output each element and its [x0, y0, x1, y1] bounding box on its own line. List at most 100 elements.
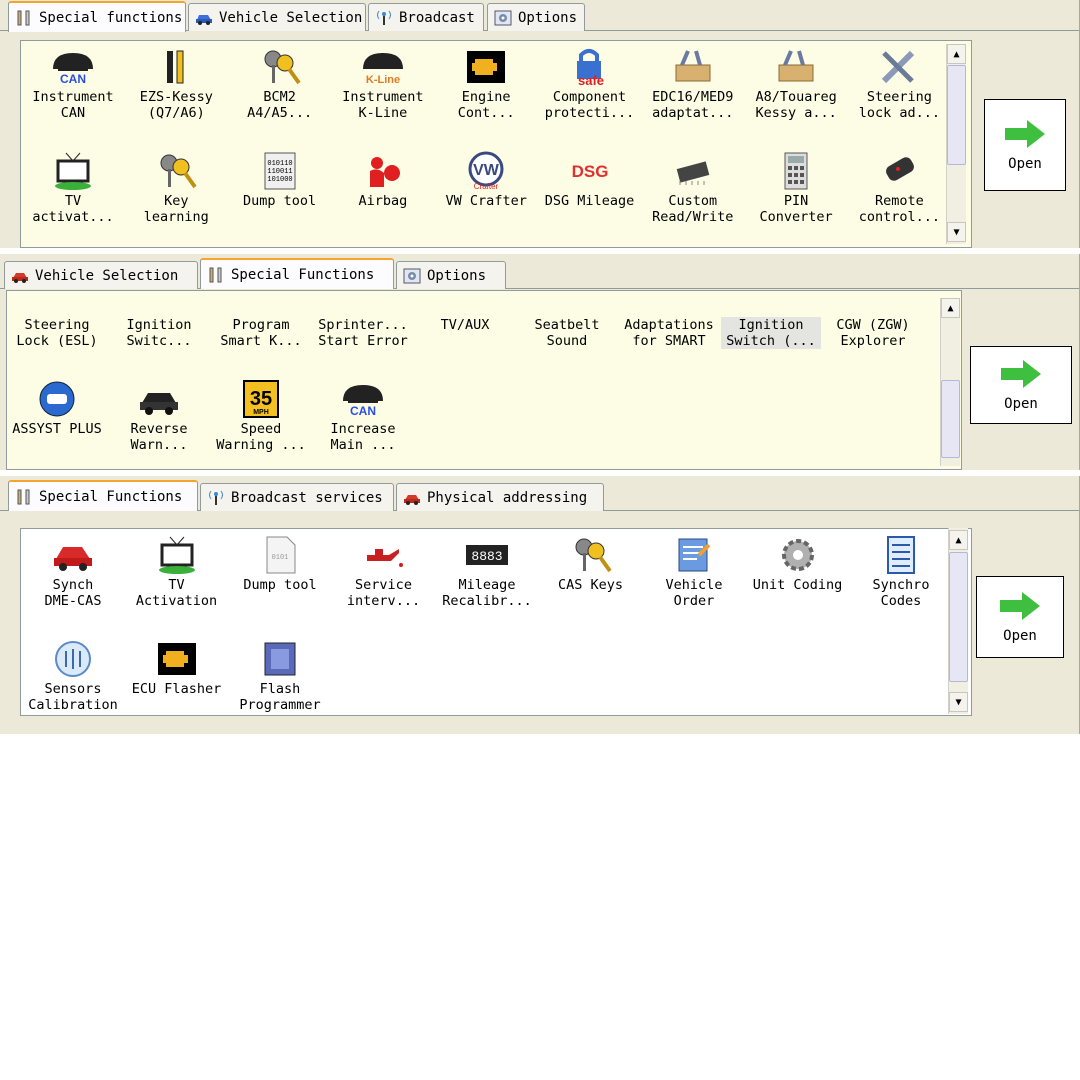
function-item[interactable]: TV activat... [23, 151, 123, 225]
function-label: Mileage Recalibr... [442, 577, 532, 609]
car-icon [196, 14, 212, 25]
svg-text:K-Line: K-Line [366, 74, 400, 86]
function-item[interactable]: Seatbelt Sound [517, 291, 617, 349]
function-item[interactable]: EZS-Kessy (Q7/A6) [126, 47, 226, 121]
function-label: PIN Converter [759, 193, 833, 225]
tab-strip: Special Functions Broadcast services Phy… [0, 480, 1079, 511]
function-item[interactable]: Steering lock ad... [849, 47, 949, 121]
vertical-scrollbar[interactable]: ▲ ▼ [946, 44, 966, 244]
function-item[interactable]: 0101 Dump tool [230, 535, 330, 593]
function-item[interactable]: Synchro Codes [851, 535, 951, 609]
function-item[interactable]: CAN Increase Main ... [313, 379, 413, 453]
assyst-icon [34, 379, 80, 419]
function-item[interactable]: K-Line Instrument K-Line [333, 47, 433, 121]
red-car-icon [12, 272, 28, 283]
function-label: Ignition Switch (... [721, 317, 821, 349]
function-item[interactable]: Ignition Switc... [109, 291, 209, 349]
function-label: Synch DME-CAS [44, 577, 102, 609]
scroll-thumb[interactable] [949, 552, 968, 682]
scroll-up-button[interactable]: ▲ [949, 530, 968, 550]
scroll-down-button[interactable]: ▼ [949, 692, 968, 712]
tab-vehicle-selection[interactable]: Vehicle Selection [4, 261, 198, 289]
gear-window-icon [403, 268, 421, 283]
airbag-icon [360, 151, 406, 191]
function-label: ECU Flasher [131, 681, 222, 697]
keys-icon [568, 535, 614, 575]
function-label: Ignition Switc... [126, 317, 192, 349]
function-item[interactable]: Synch DME-CAS [23, 535, 123, 609]
open-button[interactable]: Open [970, 346, 1072, 424]
function-item[interactable]: Remote control... [849, 151, 949, 225]
function-item[interactable]: Reverse Warn... [109, 379, 209, 453]
function-item[interactable]: CAN Instrument CAN [23, 47, 123, 121]
function-item[interactable]: Service interv... [334, 535, 434, 609]
tab-label: Special Functions [231, 266, 375, 283]
open-button[interactable]: Open [976, 576, 1064, 658]
function-item[interactable]: CGW (ZGW) Explorer [823, 291, 923, 349]
gear-window-icon [494, 10, 512, 25]
function-item[interactable]: DSG DSG Mileage [540, 151, 640, 209]
tools-icon [17, 10, 30, 25]
function-item[interactable]: ECU Flasher [127, 639, 227, 697]
oil-can-icon [361, 535, 407, 575]
function-item[interactable]: safe Component protecti... [540, 47, 640, 121]
function-label: Dump tool [243, 193, 317, 209]
function-item[interactable]: VW Crafter VW Crafter [436, 151, 536, 209]
function-item[interactable]: Adaptations for SMART [619, 291, 719, 349]
scroll-down-button[interactable]: ▼ [947, 222, 966, 242]
function-item[interactable]: Key learning [126, 151, 226, 225]
tab-strip: Vehicle Selection Special Functions Opti… [0, 258, 1079, 289]
function-item[interactable]: 8883 Mileage Recalibr... [437, 535, 537, 609]
function-label: Remote control... [858, 193, 941, 225]
tab-vehicle-selection[interactable]: Vehicle Selection [188, 3, 366, 31]
function-item[interactable]: Sensors Calibration [23, 639, 123, 713]
function-item[interactable]: 35 MPH Speed Warning ... [211, 379, 311, 453]
function-label: Custom Read/Write [652, 193, 734, 225]
function-item[interactable]: Engine Cont... [436, 47, 536, 121]
open-button[interactable]: Open [984, 99, 1066, 191]
scroll-up-button[interactable]: ▲ [941, 298, 960, 318]
function-item[interactable]: Sprinter... Start Error [313, 291, 413, 349]
scroll-up-button[interactable]: ▲ [947, 44, 966, 64]
scroll-thumb[interactable] [941, 380, 960, 458]
tab-special-functions[interactable]: Special Functions [8, 480, 198, 511]
function-item[interactable]: ASSYST PLUS [7, 379, 107, 437]
function-item[interactable]: A8/Touareg Kessy a... [746, 47, 846, 121]
green-arrow-icon [1000, 592, 1040, 620]
tab-special-functions[interactable]: Special Functions [200, 258, 394, 289]
function-item[interactable]: Program Smart K... [211, 291, 311, 349]
remote-key-icon [876, 151, 922, 191]
tab-broadcast-services[interactable]: Broadcast services [200, 483, 394, 511]
keys-icon [153, 151, 199, 191]
tab-label: Physical addressing [427, 489, 588, 506]
vertical-scrollbar[interactable]: ▲ [940, 298, 960, 466]
tab-options[interactable]: Options [396, 261, 506, 289]
function-item[interactable]: EDC16/MED9 adaptat... [643, 47, 743, 121]
function-item[interactable]: Unit Coding [748, 535, 848, 593]
function-item[interactable]: Flash Programmer [230, 639, 330, 713]
svg-text:Crafter: Crafter [474, 182, 499, 191]
function-item[interactable]: Vehicle Order [644, 535, 744, 609]
function-item[interactable]: Airbag [333, 151, 433, 209]
scroll-thumb[interactable] [947, 65, 966, 165]
function-item[interactable]: TV/AUX [415, 291, 515, 333]
tab-special-functions[interactable]: Special functions [8, 1, 186, 32]
function-item[interactable]: PIN Converter [746, 151, 846, 225]
function-item[interactable]: BCM2 A4/A5... [230, 47, 330, 121]
function-item[interactable]: TV Activation [127, 535, 227, 609]
function-label: Instrument CAN [32, 89, 114, 121]
tab-options[interactable]: Options [487, 3, 585, 31]
function-item[interactable]: 010110 110011 101000 Dump tool [230, 151, 330, 209]
red-car-icon [50, 535, 96, 575]
function-item[interactable]: Ignition Switch (... [721, 291, 821, 349]
vertical-scrollbar[interactable]: ▲ ▼ [948, 528, 968, 714]
tab-physical-addressing[interactable]: Physical addressing [396, 483, 604, 511]
function-item[interactable]: Steering Lock (ESL) [7, 291, 107, 349]
function-item[interactable]: Custom Read/Write [643, 151, 743, 225]
function-label: Vehicle Order [665, 577, 723, 609]
tab-broadcast[interactable]: Broadcast [368, 3, 484, 31]
function-grid: Synch DME-CAS TV Activation 0101 Dump tool S… [20, 528, 972, 716]
function-item[interactable]: CAS Keys [541, 535, 641, 593]
odometer-icon: 8883 [464, 535, 510, 575]
order-icon [671, 535, 717, 575]
